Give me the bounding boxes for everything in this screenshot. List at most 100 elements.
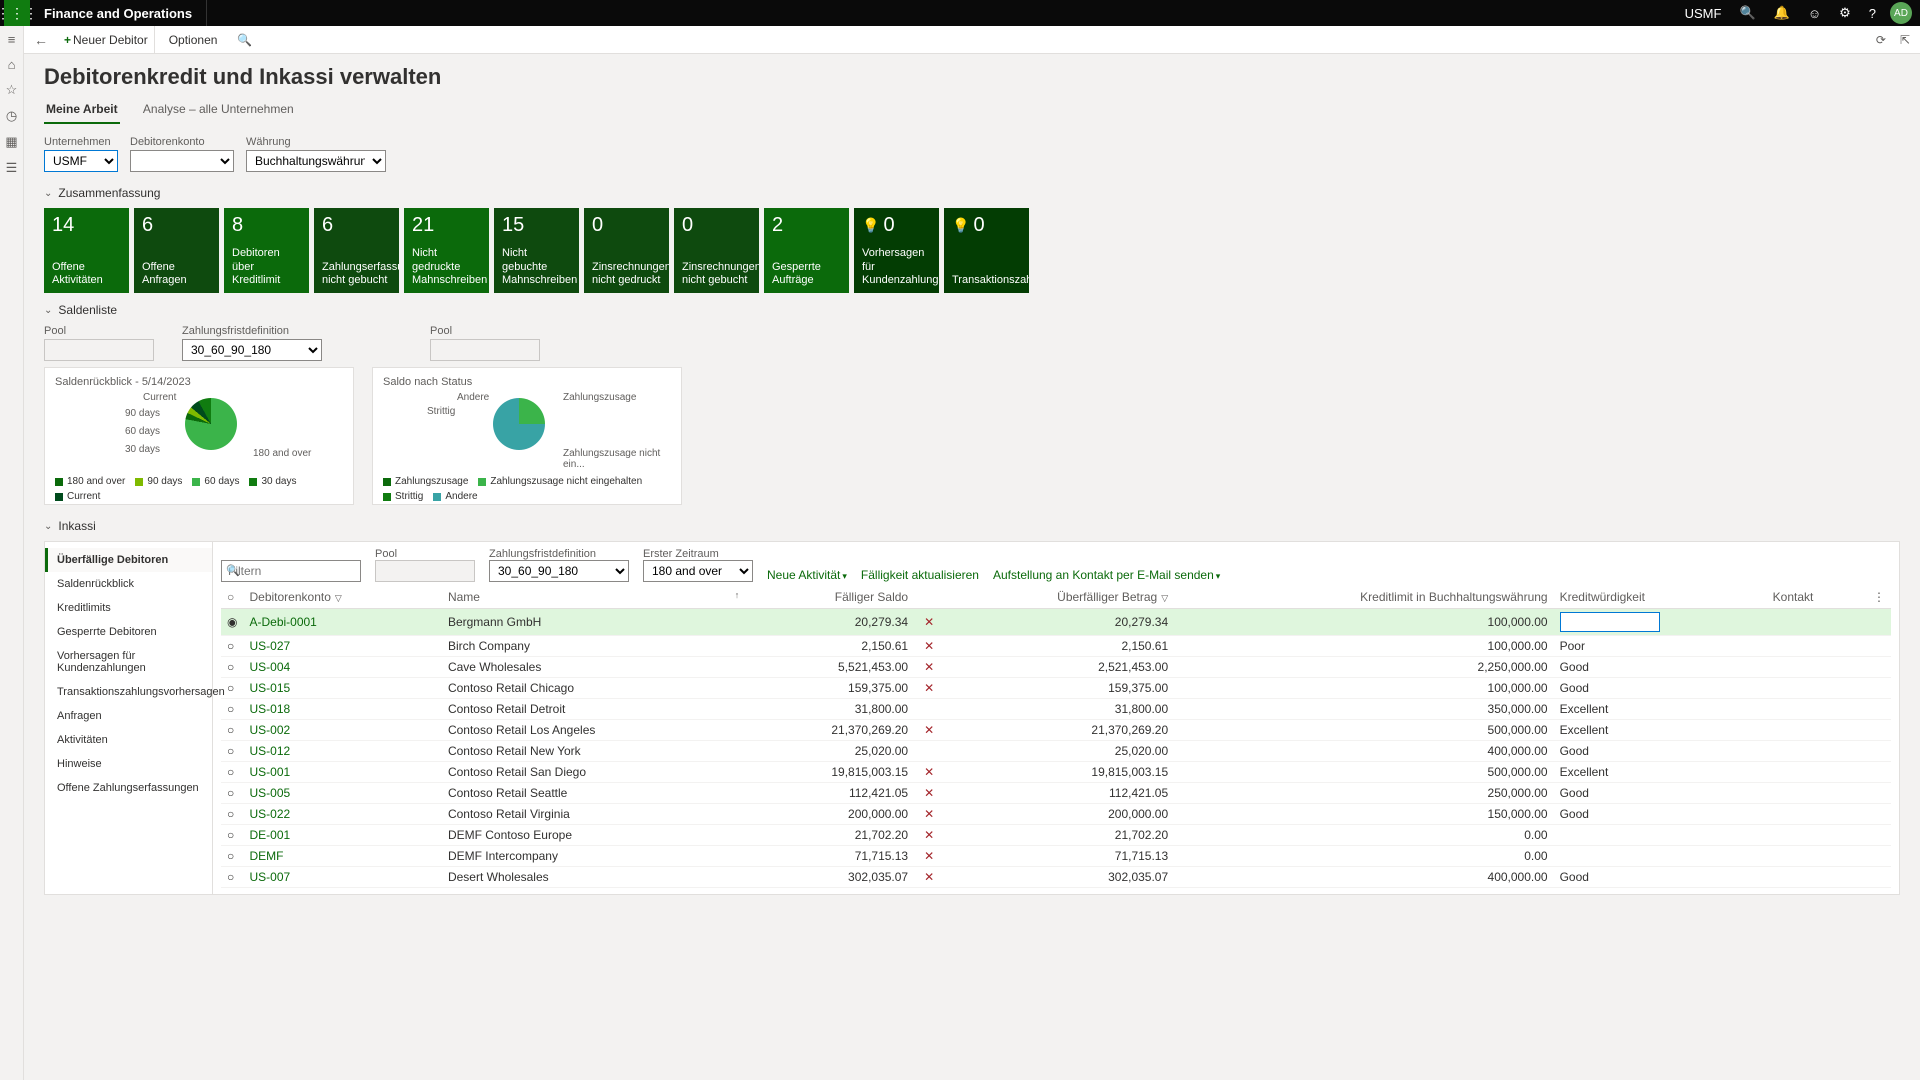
- modules-icon[interactable]: ☰: [6, 160, 18, 176]
- summary-tile[interactable]: 💡0Transaktionszahlungsvorhersagen: [944, 208, 1029, 293]
- summary-tile[interactable]: 21Nicht gedruckte Mahnschreiben: [404, 208, 489, 293]
- sidebar-item[interactable]: Kreditlimits: [45, 596, 212, 620]
- sidebar-item[interactable]: Transaktionszahlungsvorhersagen: [45, 680, 212, 704]
- search-icon[interactable]: 🔍: [1731, 5, 1763, 21]
- account-link[interactable]: DE-001: [249, 828, 290, 842]
- table-row[interactable]: ○US-004Cave Wholesales5,521,453.00✕2,521…: [221, 657, 1891, 678]
- grid-more-icon[interactable]: ⋮: [1867, 586, 1891, 609]
- app-launcher[interactable]: ⋮⋮⋮: [4, 0, 30, 26]
- settings-icon[interactable]: ⚙: [1831, 5, 1859, 21]
- summary-tile[interactable]: 0Zinsrechnungen nicht gebucht: [674, 208, 759, 293]
- account-link[interactable]: US-007: [249, 870, 290, 884]
- col-limit[interactable]: Kreditlimit in Buchhaltungswährung: [1174, 586, 1553, 609]
- update-aging-button[interactable]: Fälligkeit aktualisieren: [861, 568, 979, 582]
- workspaces-icon[interactable]: ▦: [5, 134, 17, 150]
- account-link[interactable]: US-015: [249, 681, 290, 695]
- row-select[interactable]: ○: [221, 720, 243, 741]
- company-select[interactable]: USMF: [44, 150, 118, 172]
- row-select[interactable]: ○: [221, 678, 243, 699]
- account-link[interactable]: US-022: [249, 807, 290, 821]
- pool-input[interactable]: [44, 339, 154, 361]
- sidebar-item[interactable]: Hinweise: [45, 752, 212, 776]
- table-row[interactable]: ○DEMFDEMF Intercompany71,715.13✕71,715.1…: [221, 846, 1891, 867]
- row-select[interactable]: ○: [221, 636, 243, 657]
- col-due[interactable]: Fälliger Saldo: [745, 586, 914, 609]
- recent-icon[interactable]: ◷: [6, 108, 17, 124]
- row-select[interactable]: ○: [221, 846, 243, 867]
- sidebar-item[interactable]: Saldenrückblick: [45, 572, 212, 596]
- summary-tile[interactable]: 14Offene Aktivitäten: [44, 208, 129, 293]
- account-link[interactable]: US-001: [249, 765, 290, 779]
- sidebar-item[interactable]: Überfällige Debitoren: [45, 548, 212, 572]
- summary-tile[interactable]: 15Nicht gebuchte Mahnschreiben: [494, 208, 579, 293]
- account-link[interactable]: A-Debi-0001: [249, 615, 316, 629]
- back-icon[interactable]: ←: [34, 32, 52, 48]
- row-select[interactable]: ○: [221, 804, 243, 825]
- table-row[interactable]: ○US-002Contoso Retail Los Angeles21,370,…: [221, 720, 1891, 741]
- summary-tile[interactable]: 6Zahlungserfassung nicht gebucht: [314, 208, 399, 293]
- inkasso-header[interactable]: ⌄ Inkassi: [44, 519, 1900, 533]
- help-icon[interactable]: ?: [1861, 6, 1884, 21]
- account-link[interactable]: DEMF: [249, 849, 283, 863]
- account-link[interactable]: US-018: [249, 702, 290, 716]
- table-row[interactable]: ○US-001Contoso Retail San Diego19,815,00…: [221, 762, 1891, 783]
- ink-aging-select[interactable]: 30_60_90_180: [489, 560, 629, 582]
- ink-period-select[interactable]: 180 and over: [643, 560, 753, 582]
- col-credit[interactable]: Kreditwürdigkeit: [1554, 586, 1767, 609]
- account-select[interactable]: [130, 150, 234, 172]
- options-button[interactable]: Optionen: [161, 33, 226, 47]
- tab-analysis[interactable]: Analyse – alle Unternehmen: [141, 98, 296, 122]
- feedback-icon[interactable]: ☺: [1800, 6, 1829, 21]
- new-customer-button[interactable]: +Neuer Debitor: [58, 26, 155, 53]
- row-select[interactable]: ○: [221, 825, 243, 846]
- popout-icon[interactable]: ⇱: [1900, 33, 1910, 47]
- row-select[interactable]: ◉: [221, 609, 243, 636]
- row-select[interactable]: ○: [221, 762, 243, 783]
- table-row[interactable]: ○US-027Birch Company2,150.61✕2,150.61100…: [221, 636, 1891, 657]
- table-row[interactable]: ○US-022Contoso Retail Virginia200,000.00…: [221, 804, 1891, 825]
- row-select[interactable]: ○: [221, 741, 243, 762]
- table-row[interactable]: ○US-018Contoso Retail Detroit31,800.0031…: [221, 699, 1891, 720]
- summary-header[interactable]: ⌄ Zusammenfassung: [44, 186, 1900, 200]
- table-row[interactable]: ○DE-001DEMF Contoso Europe21,702.20✕21,7…: [221, 825, 1891, 846]
- table-row[interactable]: ○US-005Contoso Retail Seattle112,421.05✕…: [221, 783, 1891, 804]
- tab-my-work[interactable]: Meine Arbeit: [44, 98, 120, 124]
- account-link[interactable]: US-005: [249, 786, 290, 800]
- row-select[interactable]: ○: [221, 699, 243, 720]
- row-select[interactable]: ○: [221, 783, 243, 804]
- home-icon[interactable]: ⌂: [8, 57, 16, 72]
- summary-tile[interactable]: 8Debitoren über Kreditlimit: [224, 208, 309, 293]
- table-row[interactable]: ◉A-Debi-0001Bergmann GmbH20,279.34✕20,27…: [221, 609, 1891, 636]
- aging-select[interactable]: 30_60_90_180: [182, 339, 322, 361]
- table-row[interactable]: ○US-012Contoso Retail New York25,020.002…: [221, 741, 1891, 762]
- avatar[interactable]: AD: [1890, 2, 1912, 24]
- sidebar-item[interactable]: Offene Zahlungserfassungen: [45, 776, 212, 800]
- menu-icon[interactable]: ≡: [8, 32, 16, 47]
- balances-header[interactable]: ⌄ Saldenliste: [44, 303, 1900, 317]
- account-link[interactable]: US-012: [249, 744, 290, 758]
- summary-tile[interactable]: 0Zinsrechnungen nicht gedruckt: [584, 208, 669, 293]
- pool2-input[interactable]: [430, 339, 540, 361]
- select-all[interactable]: ○: [221, 586, 243, 609]
- row-select[interactable]: ○: [221, 657, 243, 678]
- credit-rating-input[interactable]: [1560, 612, 1660, 632]
- currency-select[interactable]: Buchhaltungswährung: [246, 150, 386, 172]
- grid-filter-input[interactable]: [221, 560, 361, 582]
- col-account[interactable]: Debitorenkonto▽: [243, 586, 441, 609]
- summary-tile[interactable]: 2Gesperrte Aufträge: [764, 208, 849, 293]
- col-name[interactable]: Name↑: [442, 586, 745, 609]
- account-link[interactable]: US-027: [249, 639, 290, 653]
- col-contact[interactable]: Kontakt: [1767, 586, 1867, 609]
- summary-tile[interactable]: 6Offene Anfragen: [134, 208, 219, 293]
- favorites-icon[interactable]: ☆: [6, 82, 18, 98]
- table-row[interactable]: ○US-015Contoso Retail Chicago159,375.00✕…: [221, 678, 1891, 699]
- summary-tile[interactable]: 💡0Vorhersagen für Kundenzahlungen: [854, 208, 939, 293]
- table-row[interactable]: ○US-007Desert Wholesales302,035.07✕302,0…: [221, 867, 1891, 888]
- refresh-icon[interactable]: ⟳: [1876, 33, 1886, 47]
- sidebar-item[interactable]: Gesperrte Debitoren: [45, 620, 212, 644]
- action-search-icon[interactable]: 🔍: [231, 33, 258, 47]
- col-overdue[interactable]: Überfälliger Betrag▽: [940, 586, 1174, 609]
- company-picker[interactable]: USMF: [1677, 6, 1730, 21]
- sidebar-item[interactable]: Vorhersagen für Kundenzahlungen: [45, 644, 212, 680]
- sidebar-item[interactable]: Anfragen: [45, 704, 212, 728]
